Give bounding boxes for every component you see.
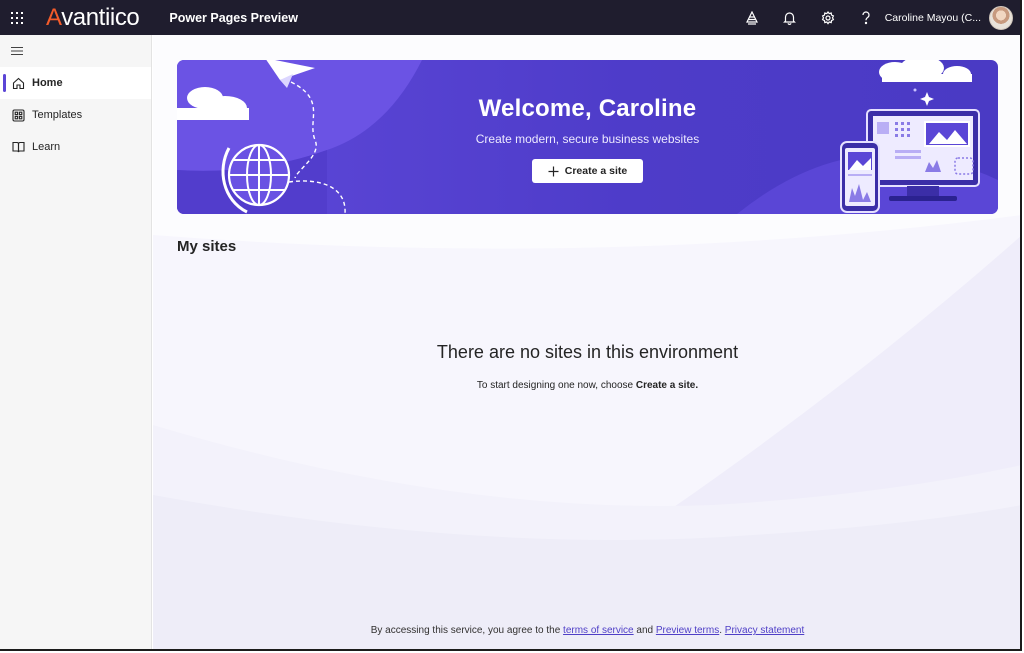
terms-of-service-link[interactable]: terms of service bbox=[563, 625, 634, 636]
waffle-icon[interactable] bbox=[0, 0, 34, 35]
my-sites-heading: My sites bbox=[177, 238, 237, 255]
empty-state-prefix: To start designing one now, choose bbox=[476, 380, 636, 391]
empty-state-title: There are no sites in this environment bbox=[436, 342, 739, 362]
help-icon[interactable] bbox=[847, 0, 885, 35]
gear-icon[interactable] bbox=[809, 0, 847, 35]
create-site-label: Create a site bbox=[564, 165, 628, 177]
templates-icon bbox=[11, 108, 25, 122]
brand-logo[interactable]: Avantiico bbox=[46, 0, 140, 35]
top-bar: Avantiico Power Pages Preview Caroline M… bbox=[0, 0, 1020, 35]
environment-icon[interactable] bbox=[733, 0, 771, 35]
welcome-subtitle: Create modern, secure business websites bbox=[475, 132, 700, 146]
bell-icon[interactable] bbox=[771, 0, 809, 35]
welcome-title: Welcome, Caroline bbox=[478, 95, 697, 122]
app-title: Power Pages Preview bbox=[169, 10, 298, 25]
book-icon bbox=[11, 140, 25, 154]
empty-state-action: Create a site. bbox=[635, 380, 699, 391]
sidebar-item-learn[interactable]: Learn bbox=[0, 131, 151, 163]
sidebar-item-label: Templates bbox=[32, 109, 83, 121]
welcome-banner: Welcome, Caroline Create modern, secure … bbox=[177, 60, 998, 214]
sidebar-item-home[interactable]: Home bbox=[0, 67, 151, 99]
brand-initial: A bbox=[46, 4, 62, 31]
footer-and: and bbox=[633, 625, 656, 636]
user-name[interactable]: Caroline Mayou (C... bbox=[885, 12, 981, 24]
empty-state-hint: To start designing one now, choose Creat… bbox=[153, 380, 1020, 391]
privacy-statement-link[interactable]: Privacy statement bbox=[725, 625, 804, 636]
footer: By accessing this service, you agree to … bbox=[153, 625, 1020, 636]
footer-prefix: By accessing this service, you agree to … bbox=[370, 625, 564, 636]
main-content: Welcome, Caroline Create modern, secure … bbox=[153, 35, 1020, 649]
brand-name: vantiico bbox=[61, 4, 140, 31]
power-pages-app: Avantiico Power Pages Preview Caroline M… bbox=[0, 0, 1022, 651]
topbar-actions: Caroline Mayou (C... bbox=[733, 0, 1020, 35]
sidebar-item-templates[interactable]: Templates bbox=[0, 99, 151, 131]
avatar[interactable] bbox=[989, 5, 1013, 30]
preview-terms-link[interactable]: Preview terms bbox=[656, 625, 719, 636]
sidebar-item-label: Home bbox=[32, 77, 63, 89]
sidebar: Home Templates Learn bbox=[0, 35, 152, 649]
sidebar-item-label: Learn bbox=[32, 141, 61, 153]
home-icon bbox=[11, 76, 25, 90]
hamburger-icon[interactable] bbox=[0, 35, 34, 67]
create-site-button[interactable]: Create a site bbox=[532, 159, 643, 183]
plus-icon bbox=[548, 166, 559, 177]
